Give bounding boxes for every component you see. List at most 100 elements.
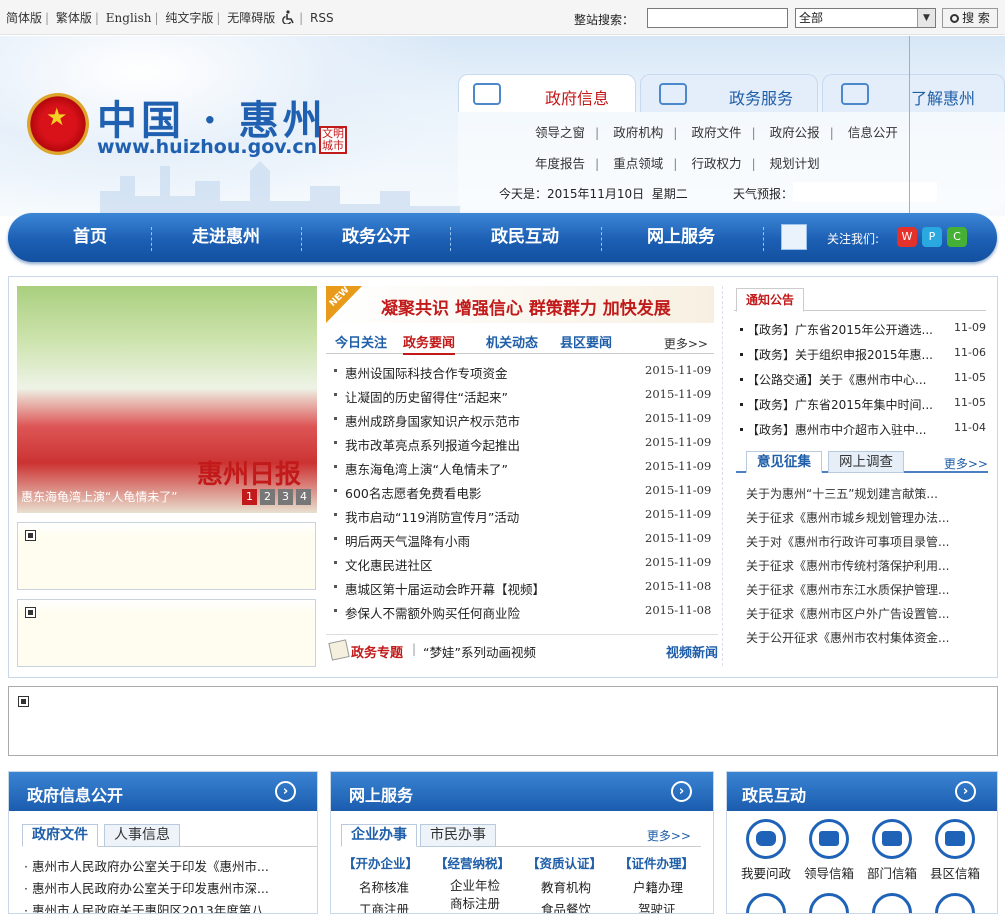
- notice-item[interactable]: 【公路交通】关于《惠州市中心... 11-05: [736, 367, 988, 392]
- wechat-icon[interactable]: C: [947, 227, 967, 247]
- news-item[interactable]: 我市改革亮点系列报道今起推出 2015-11-09: [326, 431, 718, 455]
- news-item[interactable]: 惠州设国际科技合作专项资金 2015-11-09: [326, 359, 718, 383]
- interaction-label[interactable]: 领导信箱: [804, 863, 854, 882]
- news-item[interactable]: 我市启动“119消防宣传月”活动 2015-11-09: [326, 503, 718, 527]
- news-item[interactable]: 惠东海龟湾上演“人龟情未了” 2015-11-09: [326, 455, 718, 479]
- service-link[interactable]: 工商注册: [359, 899, 409, 913]
- slide-page-2[interactable]: 2: [260, 489, 275, 505]
- subnav-annual-report[interactable]: 年度报告: [535, 156, 585, 171]
- opinion-item[interactable]: 关于为惠州“十三五”规划建言献策...: [736, 481, 988, 505]
- notice-item[interactable]: 【政务】惠州市中介超市入驻中... 11-04: [736, 417, 988, 442]
- service-link[interactable]: 商标注册: [450, 893, 500, 912]
- tab-notices[interactable]: 通知公告: [736, 288, 805, 312]
- panel-title[interactable]: 网上服务: [349, 782, 413, 806]
- service-link[interactable]: 企业年检: [450, 875, 500, 894]
- gov-doc-title[interactable]: 惠州市人民政府办公室关于印发惠州市深...: [32, 881, 269, 896]
- news-title[interactable]: 明后两天气温降有小雨: [345, 531, 470, 550]
- atom-icon[interactable]: [781, 224, 807, 250]
- tab-personnel[interactable]: 人事信息: [104, 824, 180, 847]
- search-button[interactable]: 搜 索: [942, 8, 998, 28]
- nav-about[interactable]: 走进惠州: [176, 213, 276, 262]
- subnav-agencies[interactable]: 政府机构: [613, 125, 663, 140]
- opinion-more-link[interactable]: 更多>>: [944, 455, 988, 472]
- tab-citizen-services[interactable]: 市民办事: [420, 824, 496, 847]
- news-title[interactable]: 我市启动“119消防宣传月”活动: [345, 507, 519, 526]
- link-accessible[interactable]: 无障碍版: [227, 11, 275, 25]
- subnav-disclosure[interactable]: 信息公开: [848, 125, 898, 140]
- service-link[interactable]: 驾驶证: [638, 899, 676, 913]
- nav-online-service[interactable]: 网上服务: [631, 213, 731, 262]
- arrow-right-icon[interactable]: ›: [671, 781, 692, 802]
- opinion-item[interactable]: 关于征求《惠州市东江水质保护管理...: [736, 577, 988, 601]
- tab-gov-info[interactable]: 政府信息: [458, 74, 636, 112]
- news-item[interactable]: 600名志愿者免费看电影 2015-11-09: [326, 479, 718, 503]
- tab-gov-service[interactable]: 政务服务: [640, 74, 818, 112]
- service-link[interactable]: 名称核准: [359, 877, 409, 896]
- news-title[interactable]: 文化惠民进社区: [345, 555, 433, 574]
- news-title[interactable]: 惠州设国际科技合作专项资金: [345, 363, 508, 382]
- opinion-item[interactable]: 关于对《惠州市行政许可事项目录管...: [736, 529, 988, 553]
- service-link[interactable]: 教育机构: [541, 877, 591, 896]
- news-title[interactable]: 惠东海龟湾上演“人龟情未了”: [345, 459, 508, 478]
- chat-bubble-icon[interactable]: [746, 819, 786, 859]
- interaction-label[interactable]: 部门信箱: [867, 863, 917, 882]
- news-item[interactable]: 让凝固的历史留得住“活起来” 2015-11-09: [326, 383, 718, 407]
- news-item[interactable]: 文化惠民进社区 2015-11-09: [326, 551, 718, 575]
- link-simplified[interactable]: 简体版: [6, 11, 42, 25]
- opinion-item[interactable]: 关于征求《惠州市区户外广告设置管...: [736, 601, 988, 625]
- subnav-admin-power[interactable]: 行政权力: [691, 156, 741, 171]
- nav-gov-affairs[interactable]: 政务公开: [326, 213, 426, 262]
- notice-title[interactable]: 【公路交通】关于《惠州市中心...: [747, 371, 926, 388]
- news-title[interactable]: 600名志愿者免费看电影: [345, 483, 481, 502]
- notice-title[interactable]: 【政务】惠州市中介超市入驻中...: [747, 421, 926, 438]
- tab-gov-news[interactable]: 政务要闻: [403, 332, 456, 355]
- search-scope-select[interactable]: 全部 ▼: [795, 8, 936, 28]
- tab-about-huizhou[interactable]: 了解惠州: [822, 74, 1005, 112]
- envelope-icon[interactable]: [809, 819, 849, 859]
- slide-page-3[interactable]: 3: [278, 489, 293, 505]
- notice-title[interactable]: 【政务】关于组织申报2015年惠...: [747, 346, 933, 363]
- subnav-key-areas[interactable]: 重点领域: [613, 156, 663, 171]
- tab-today-focus[interactable]: 今日关注: [335, 332, 387, 351]
- news-item[interactable]: 惠州成跻身国家知识产权示范市 2015-11-09: [326, 407, 718, 431]
- special-topic-label[interactable]: 政务专题: [351, 642, 403, 661]
- news-title[interactable]: 我市改革亮点系列报道今起推出: [345, 435, 520, 454]
- notice-title[interactable]: 【政务】广东省2015年公开遴选...: [747, 321, 933, 338]
- category-certification[interactable]: 【资质认证】: [527, 853, 602, 872]
- weibo-icon[interactable]: W: [897, 227, 917, 247]
- news-more-link[interactable]: 更多>>: [664, 335, 708, 352]
- panel-title[interactable]: 政民互动: [742, 782, 806, 806]
- category-tax[interactable]: 【经营纳税】: [435, 853, 510, 872]
- subnav-planning[interactable]: 规划计划: [770, 156, 820, 171]
- nav-home[interactable]: 首页: [40, 213, 140, 262]
- news-item[interactable]: 惠城区第十届运动会昨开幕【视频】 2015-11-08: [326, 575, 718, 599]
- chat-icon[interactable]: [809, 893, 849, 913]
- opinion-item[interactable]: 关于公开征求《惠州市农村集体资金...: [736, 625, 988, 649]
- list-item[interactable]: · 惠州市人民政府关于惠阳区2013年度第八...: [24, 900, 276, 913]
- nav-interaction[interactable]: 政民互动: [475, 213, 575, 262]
- news-title[interactable]: 惠城区第十届运动会昨开幕【视频】: [345, 579, 545, 598]
- service-link[interactable]: 户籍办理: [633, 877, 683, 896]
- tab-opinion-collection[interactable]: 意见征集: [746, 451, 822, 473]
- special-topic-link[interactable]: “梦娃”系列动画视频: [423, 642, 536, 661]
- news-item[interactable]: 明后两天气温降有小雨 2015-11-09: [326, 527, 718, 551]
- link-rss[interactable]: RSS: [310, 11, 334, 25]
- notice-item[interactable]: 【政务】广东省2015年集中时间... 11-05: [736, 392, 988, 417]
- service-link[interactable]: 食品餐饮: [541, 899, 591, 913]
- tab-gov-documents[interactable]: 政府文件: [22, 824, 98, 847]
- link-english[interactable]: English: [106, 11, 152, 25]
- tab-business-services[interactable]: 企业办事: [341, 824, 417, 847]
- list-item[interactable]: · 惠州市人民政府办公室关于印发《惠州市...: [24, 856, 276, 878]
- subnav-gazette[interactable]: 政府公报: [770, 125, 820, 140]
- calendar-icon[interactable]: [872, 893, 912, 913]
- mailbox-icon[interactable]: [935, 819, 975, 859]
- tab-county-news[interactable]: 县区要闻: [560, 332, 612, 351]
- panel-title[interactable]: 政府信息公开: [27, 782, 123, 806]
- interaction-label[interactable]: 县区信箱: [930, 863, 980, 882]
- phone-icon[interactable]: [746, 893, 786, 913]
- photo-slideshow[interactable]: 惠州日报 惠东海龟湾上演“人龟情未了” 1234: [17, 286, 317, 513]
- link-text-only[interactable]: 纯文字版: [165, 11, 213, 25]
- interaction-label[interactable]: 我要问政: [741, 863, 791, 882]
- link-traditional[interactable]: 繁体版: [56, 11, 92, 25]
- search-input[interactable]: [647, 8, 788, 28]
